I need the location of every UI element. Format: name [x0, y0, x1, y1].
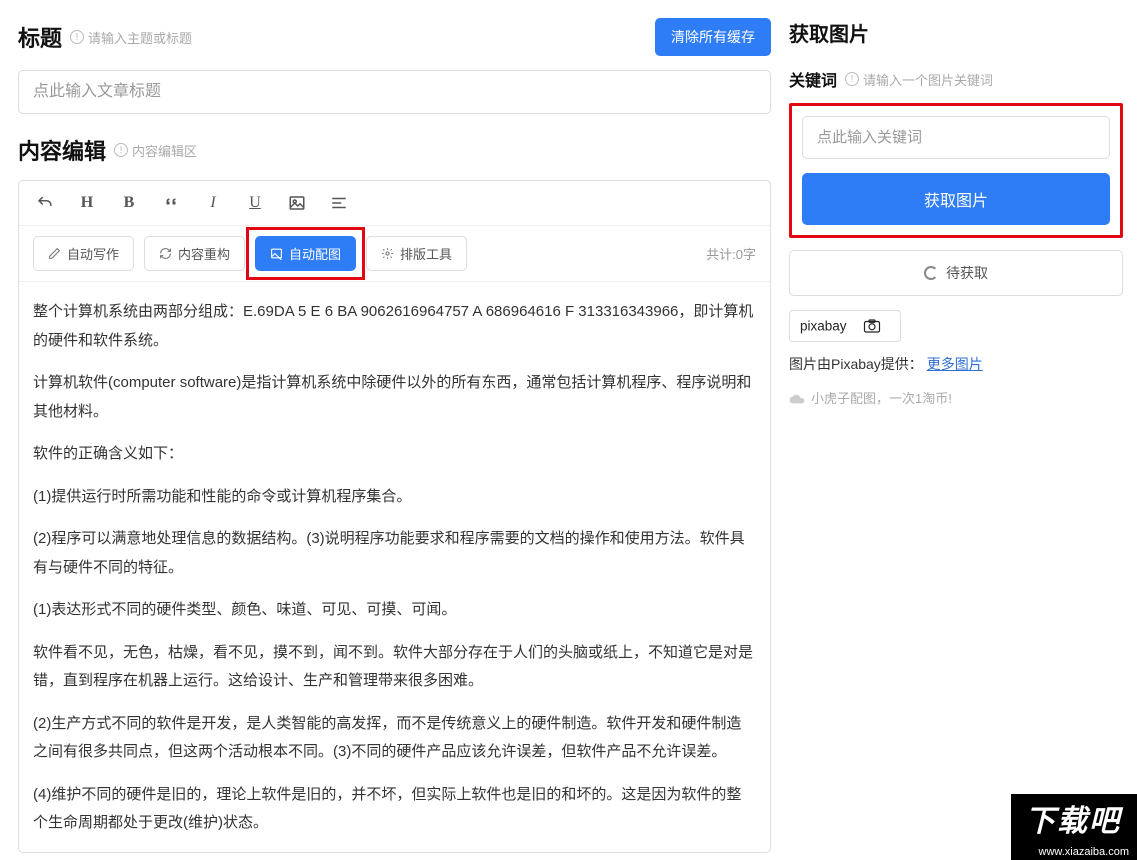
- keyword-hint: ! 请输入一个图片关键词: [845, 70, 993, 89]
- editor-hint: ! 内容编辑区: [114, 141, 197, 160]
- clear-cache-button[interactable]: 清除所有缓存: [655, 18, 771, 56]
- align-left-icon: [330, 194, 348, 212]
- editor-label-text: 内容编辑: [18, 134, 106, 166]
- watermark-logo: 下载吧: [1011, 794, 1137, 844]
- info-icon: !: [70, 30, 84, 44]
- editor-header: 内容编辑 ! 内容编辑区: [18, 134, 771, 166]
- paragraph: (4)维护不同的硬件是旧的，理论上软件是旧的，并不坏，但实际上软件也是旧的和坏的…: [33, 781, 756, 838]
- image-button[interactable]: [285, 191, 309, 215]
- cloud-icon: [789, 392, 805, 404]
- content-rebuild-button[interactable]: 内容重构: [144, 236, 245, 271]
- paragraph: (1)提供运行时所需功能和性能的命令或计算机程序集合。: [33, 483, 756, 512]
- left-column: 标题 ! 请输入主题或标题 清除所有缓存 内容编辑 ! 内容编辑区: [0, 0, 785, 860]
- quote-icon: [162, 194, 180, 212]
- title-hint-text: 请输入主题或标题: [88, 28, 192, 47]
- title-hint: ! 请输入主题或标题: [70, 28, 192, 47]
- right-column: 获取图片 关键词 ! 请输入一个图片关键词 获取图片 待获取 pixabay: [785, 0, 1137, 860]
- word-count: 共计:0字: [706, 244, 756, 263]
- refresh-icon: [159, 247, 172, 260]
- align-button[interactable]: [327, 191, 351, 215]
- paragraph: 计算机软件(computer software)是指计算机系统中除硬件以外的所有…: [33, 369, 756, 426]
- keyword-label: 关键词: [789, 67, 837, 91]
- svg-text:pixabay: pixabay: [800, 319, 847, 334]
- paragraph: 整个计算机系统由两部分组成：E.69DA 5 E 6 BA 9062616964…: [33, 298, 756, 355]
- title-label-text: 标题: [18, 21, 62, 53]
- info-icon: !: [845, 72, 859, 86]
- keyword-hint-text: 请输入一个图片关键词: [863, 70, 993, 89]
- keyword-highlight-box: 获取图片: [789, 103, 1123, 238]
- bold-button[interactable]: B: [117, 191, 141, 215]
- paragraph: (1)表达形式不同的硬件类型、颜色、味道、可见、可摸、可闻。: [33, 596, 756, 625]
- editor-content-area[interactable]: 整个计算机系统由两部分组成：E.69DA 5 E 6 BA 9062616964…: [19, 282, 770, 852]
- info-icon: !: [114, 143, 128, 157]
- auto-image-button[interactable]: 自动配图: [255, 236, 356, 271]
- layout-icon: [381, 247, 394, 260]
- layout-tool-button[interactable]: 排版工具: [366, 236, 467, 271]
- article-title-input[interactable]: [18, 70, 771, 114]
- footer-note: 小虎子配图，一次1淘币!: [789, 388, 1123, 407]
- footer-note-text: 小虎子配图，一次1淘币!: [811, 388, 952, 407]
- title-header: 标题 ! 请输入主题或标题 清除所有缓存: [18, 18, 771, 56]
- provider-row: 图片由Pixabay提供： 更多图片: [789, 354, 1123, 374]
- editor-hint-text: 内容编辑区: [132, 141, 197, 160]
- watermark-url: www.xiazaiba.com: [1011, 844, 1137, 860]
- provider-text: 图片由Pixabay提供：: [789, 356, 923, 372]
- auto-image-highlight: 自动配图: [255, 236, 356, 271]
- paragraph: (2)程序可以满意地处理信息的数据结构。(3)说明程序功能要求和程序需要的文档的…: [33, 525, 756, 582]
- more-images-link[interactable]: 更多图片: [927, 356, 983, 372]
- pixabay-logo-icon: pixabay: [800, 315, 890, 337]
- get-image-title: 获取图片: [789, 18, 1123, 47]
- undo-button[interactable]: [33, 191, 57, 215]
- italic-button[interactable]: I: [201, 191, 225, 215]
- auto-write-button[interactable]: 自动写作: [33, 236, 134, 271]
- pixabay-badge: pixabay: [789, 310, 901, 342]
- paragraph: 软件看不见，无色，枯燥，看不见，摸不到，闻不到。软件大部分存在于人们的头脑或纸上…: [33, 639, 756, 696]
- get-image-button[interactable]: 获取图片: [802, 173, 1110, 225]
- pending-label: 待获取: [946, 263, 988, 283]
- editor-section-label: 内容编辑 ! 内容编辑区: [18, 134, 197, 166]
- spinner-icon: [924, 266, 938, 280]
- action-toolbar: 自动写作 内容重构 自动配图 排版工具: [19, 226, 770, 282]
- editor-box: H B I U 自动写作: [18, 180, 771, 853]
- image-icon: [288, 194, 306, 212]
- keyword-label-row: 关键词 ! 请输入一个图片关键词: [789, 67, 1123, 91]
- heading-button[interactable]: H: [75, 191, 99, 215]
- quote-button[interactable]: [159, 191, 183, 215]
- keyword-input[interactable]: [802, 116, 1110, 159]
- underline-button[interactable]: U: [243, 191, 267, 215]
- title-section-label: 标题 ! 请输入主题或标题: [18, 21, 192, 53]
- pending-status: 待获取: [789, 250, 1123, 296]
- format-toolbar: H B I U: [19, 181, 770, 226]
- undo-icon: [36, 194, 54, 212]
- image-icon: [270, 247, 283, 260]
- pencil-icon: [48, 247, 61, 260]
- paragraph: (2)生产方式不同的软件是开发，是人类智能的高发挥，而不是传统意义上的硬件制造。…: [33, 710, 756, 767]
- watermark: 下载吧 www.xiazaiba.com: [1011, 794, 1137, 860]
- paragraph: 软件的正确含义如下：: [33, 440, 756, 469]
